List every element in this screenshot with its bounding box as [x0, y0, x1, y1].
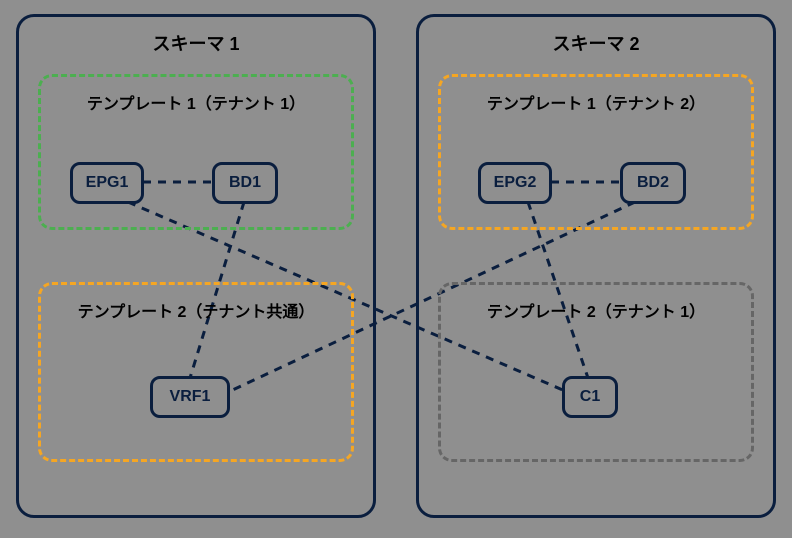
node-vrf1: VRF1	[150, 376, 230, 418]
schema2-template1-title: テンプレート 1（テナント 2）	[436, 90, 756, 114]
node-c1: C1	[562, 376, 618, 418]
schema1-template1-title: テンプレート 1（テナント 1）	[36, 90, 356, 114]
node-bd2: BD2	[620, 162, 686, 204]
schema1-template2-title: テンプレート 2（テナント共通）	[36, 298, 356, 322]
node-epg1: EPG1	[70, 162, 144, 204]
node-epg2: EPG2	[478, 162, 552, 204]
schema-1-title: スキーマ 1	[96, 30, 296, 56]
node-bd1: BD1	[212, 162, 278, 204]
schema2-template2-title: テンプレート 2（テナント 1）	[436, 298, 756, 322]
schema-2-title: スキーマ 2	[496, 30, 696, 56]
